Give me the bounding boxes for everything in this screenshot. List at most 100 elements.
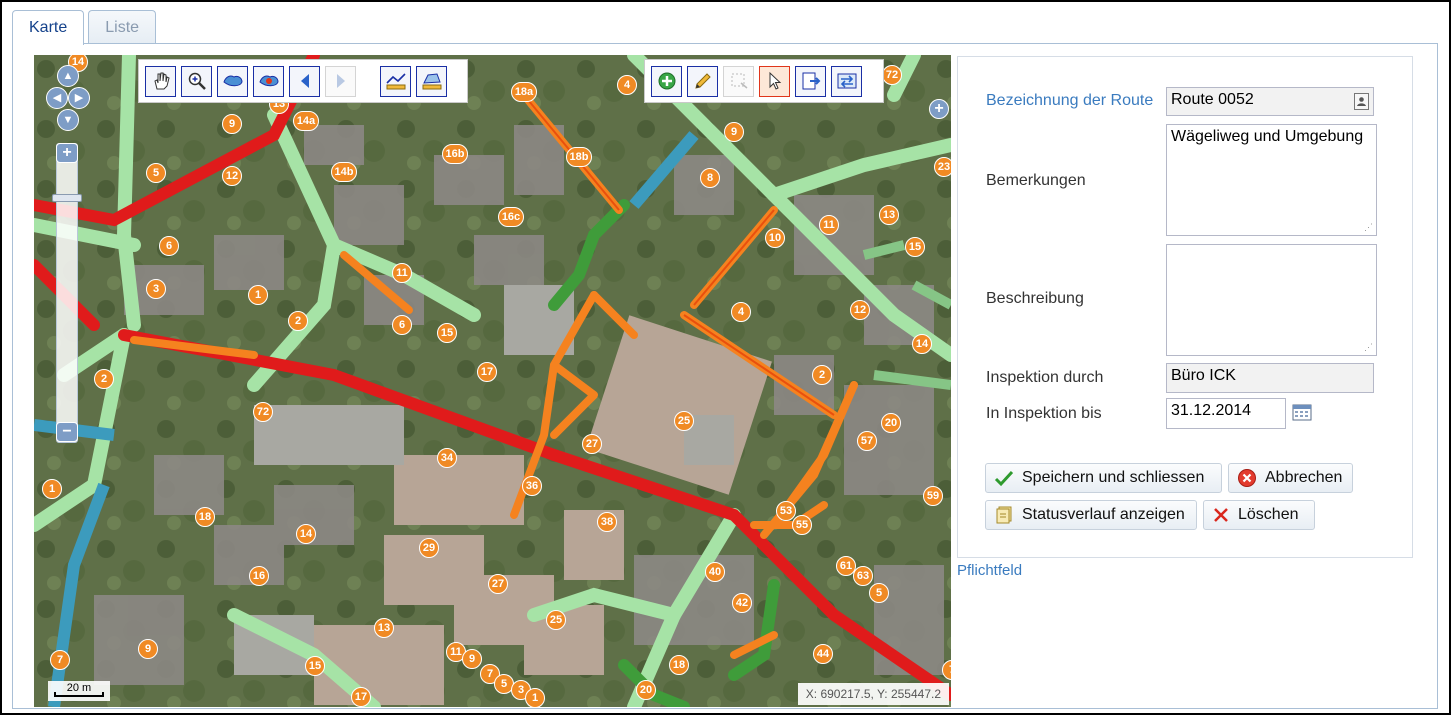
add-feature-icon[interactable] bbox=[651, 65, 682, 97]
map-marker[interactable]: 9 bbox=[138, 639, 158, 659]
export-icon[interactable] bbox=[795, 65, 826, 97]
map-marker[interactable]: 5 bbox=[146, 163, 166, 183]
pan-up-icon[interactable]: ▲ bbox=[57, 65, 79, 87]
map-marker[interactable]: 20 bbox=[881, 413, 901, 433]
route-name-field[interactable]: Route 0052 bbox=[1166, 87, 1374, 116]
pan-left-icon[interactable]: ◀ bbox=[46, 87, 68, 109]
map-marker[interactable]: 42 bbox=[732, 593, 752, 613]
select-pointer-icon[interactable] bbox=[759, 65, 790, 97]
pan-right-icon[interactable]: ▶ bbox=[68, 87, 90, 109]
map-marker[interactable]: 10 bbox=[765, 228, 785, 248]
history-back-icon[interactable] bbox=[289, 65, 320, 97]
contact-card-icon[interactable] bbox=[1354, 93, 1369, 110]
expand-plus-icon[interactable]: + bbox=[929, 99, 949, 119]
map-marker[interactable]: 3 bbox=[146, 279, 166, 299]
map-marker[interactable]: 1 bbox=[525, 688, 545, 707]
inspection-by-field[interactable]: Büro ICK bbox=[1166, 363, 1374, 393]
map-marker[interactable]: 63 bbox=[853, 566, 873, 586]
map-marker[interactable]: 9 bbox=[222, 114, 242, 134]
map-marker[interactable]: 11 bbox=[819, 215, 839, 235]
zoom-slider-track[interactable] bbox=[56, 143, 78, 443]
transfer-icon[interactable] bbox=[831, 65, 862, 97]
map-marker[interactable]: 7 bbox=[50, 650, 70, 670]
remarks-textarea[interactable]: Wägeliweg und Umgebung ⋰ bbox=[1166, 124, 1377, 236]
map-marker[interactable]: 14b bbox=[331, 162, 357, 182]
map-marker[interactable]: 72 bbox=[882, 65, 902, 85]
map-marker[interactable]: 18 bbox=[669, 655, 689, 675]
map-marker[interactable]: 14a bbox=[293, 111, 319, 131]
status-history-button[interactable]: Statusverlauf anzeigen bbox=[985, 500, 1197, 530]
map-view[interactable]: 14 13 14a 9 5 12 6 3 1 2 2 1 18a 18b 4 9 16b 14b 16c 11 6 15 1… bbox=[34, 55, 951, 707]
map-marker[interactable]: 6 bbox=[392, 315, 412, 335]
edit-pencil-icon[interactable] bbox=[687, 65, 718, 97]
map-marker[interactable]: 25 bbox=[674, 411, 694, 431]
map-marker[interactable]: 57 bbox=[857, 431, 877, 451]
map-marker[interactable]: 20 bbox=[636, 680, 656, 700]
zoom-slider-handle[interactable] bbox=[52, 194, 82, 202]
zoom-selection-icon[interactable] bbox=[253, 65, 284, 97]
map-marker[interactable]: 9 bbox=[724, 122, 744, 142]
pan-hand-icon[interactable] bbox=[145, 65, 176, 97]
tab-liste[interactable]: Liste bbox=[88, 10, 157, 44]
map-marker[interactable]: 1 bbox=[42, 479, 62, 499]
map-marker[interactable]: 14 bbox=[912, 334, 932, 354]
map-marker[interactable]: 5 bbox=[869, 583, 889, 603]
resize-grip-icon[interactable]: ⋰ bbox=[1364, 222, 1373, 233]
map-marker[interactable]: 11 bbox=[392, 263, 412, 283]
measure-line-icon[interactable] bbox=[380, 65, 411, 97]
inspection-until-date-field[interactable]: 31.12.2014 bbox=[1166, 398, 1286, 429]
resize-grip-icon[interactable]: ⋰ bbox=[1364, 342, 1373, 353]
map-marker[interactable]: 18a bbox=[511, 82, 537, 102]
map-marker[interactable]: 1 bbox=[248, 285, 268, 305]
map-marker[interactable]: 14 bbox=[296, 524, 316, 544]
map-marker[interactable]: 59 bbox=[923, 486, 943, 506]
map-marker[interactable]: 40 bbox=[705, 562, 725, 582]
map-marker[interactable]: 2 bbox=[94, 369, 114, 389]
map-marker[interactable]: 4 bbox=[617, 75, 637, 95]
history-forward-icon[interactable] bbox=[325, 65, 356, 97]
map-marker[interactable]: 17 bbox=[351, 687, 371, 707]
map-marker[interactable]: 8 bbox=[700, 168, 720, 188]
zoom-out-icon[interactable]: − bbox=[56, 422, 78, 442]
map-marker[interactable]: 38 bbox=[597, 512, 617, 532]
calendar-icon[interactable] bbox=[1292, 403, 1312, 421]
map-marker[interactable]: 16 bbox=[249, 566, 269, 586]
map-marker[interactable]: 9 bbox=[462, 649, 482, 669]
delete-button[interactable]: Löschen bbox=[1203, 500, 1315, 530]
measure-area-icon[interactable] bbox=[416, 65, 447, 97]
zoom-extent-icon[interactable] bbox=[217, 65, 248, 97]
map-marker[interactable]: 18b bbox=[566, 147, 592, 167]
tab-karte[interactable]: Karte bbox=[12, 10, 85, 45]
map-marker[interactable]: 15 bbox=[905, 237, 925, 257]
map-marker[interactable]: 16b bbox=[442, 144, 468, 164]
map-marker[interactable]: 72 bbox=[253, 402, 273, 422]
zoom-in-icon[interactable]: + bbox=[56, 143, 78, 163]
map-marker[interactable]: 13 bbox=[374, 618, 394, 638]
select-box-icon[interactable] bbox=[723, 65, 754, 97]
map-marker[interactable]: 25 bbox=[546, 610, 566, 630]
map-marker[interactable]: 29 bbox=[419, 538, 439, 558]
map-marker[interactable]: 44 bbox=[813, 644, 833, 664]
cancel-button[interactable]: Abbrechen bbox=[1228, 463, 1353, 493]
map-marker[interactable]: 6 bbox=[159, 236, 179, 256]
map-marker[interactable]: 34 bbox=[437, 448, 457, 468]
map-marker[interactable]: 12 bbox=[222, 166, 242, 186]
map-marker[interactable]: 18 bbox=[195, 507, 215, 527]
map-marker[interactable]: 17 bbox=[477, 362, 497, 382]
save-and-close-button[interactable]: Speichern und schliessen bbox=[985, 463, 1222, 493]
map-marker[interactable]: 23 bbox=[934, 157, 951, 177]
map-marker[interactable]: 13 bbox=[879, 205, 899, 225]
pan-down-icon[interactable]: ▼ bbox=[57, 109, 79, 131]
map-marker[interactable]: 12 bbox=[850, 300, 870, 320]
map-marker[interactable]: 27 bbox=[582, 434, 602, 454]
map-marker[interactable]: 2 bbox=[288, 311, 308, 331]
map-marker[interactable]: 36 bbox=[522, 476, 542, 496]
map-marker[interactable]: 16c bbox=[498, 207, 524, 227]
map-marker[interactable]: 2 bbox=[812, 365, 832, 385]
map-marker[interactable]: 15 bbox=[437, 323, 457, 343]
description-textarea[interactable]: ⋰ bbox=[1166, 244, 1377, 356]
map-marker[interactable]: 4 bbox=[731, 302, 751, 322]
zoom-box-icon[interactable] bbox=[181, 65, 212, 97]
map-marker[interactable]: 15 bbox=[305, 656, 325, 676]
map-marker[interactable]: 27 bbox=[488, 574, 508, 594]
